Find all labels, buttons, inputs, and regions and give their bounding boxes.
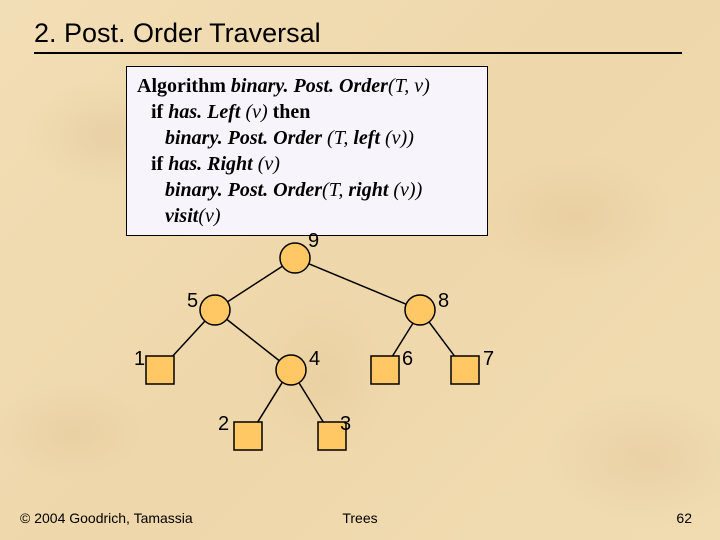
algo-line-2: if has. Left (v) then <box>137 99 477 125</box>
footer-title: Trees <box>342 510 377 526</box>
arg-v: (v) <box>245 101 272 123</box>
node-label-l: 5 <box>187 290 198 313</box>
arg-v4: (v)) <box>393 179 422 201</box>
kw-algorithm: Algorithm <box>137 75 231 97</box>
algo-line-4: if has. Right (v) <box>137 151 477 177</box>
slide-title: 2. Post. Order Traversal <box>34 18 321 49</box>
fn-hasleft: has. Left <box>168 101 245 123</box>
node-label-lrr: 3 <box>340 413 351 436</box>
arg-v3: (v) <box>258 153 280 175</box>
fn-binarypostorder: binary. Post. Order <box>231 75 388 97</box>
node-label-lrl: 2 <box>218 413 229 436</box>
algo-line-3: binary. Post. Order (T, left (v)) <box>137 125 477 151</box>
arg-v2: (v)) <box>385 127 414 149</box>
node-label-rr: 7 <box>483 348 494 371</box>
title-underline <box>34 52 682 54</box>
algo-line-1: Algorithm binary. Post. Order(T, v) <box>137 73 477 99</box>
arg-t2: (T, <box>322 179 348 201</box>
arg-v5: (v) <box>198 205 220 227</box>
node-label-rl: 6 <box>402 348 413 371</box>
fn-left: left <box>353 127 385 149</box>
kw-if2: if <box>151 153 168 175</box>
node-label-ll: 1 <box>134 348 145 371</box>
algo-line-6: visit(v) <box>137 203 477 229</box>
algo-line-5: binary. Post. Order(T, right (v)) <box>137 177 477 203</box>
args-tv: (T, v) <box>388 75 430 97</box>
kw-if: if <box>151 101 168 123</box>
node-label-root: 9 <box>308 230 319 253</box>
node-label-r: 8 <box>438 290 449 313</box>
tree-diagram <box>130 238 520 478</box>
footer-page-number: 62 <box>676 510 692 526</box>
fn-visit: visit <box>165 205 198 227</box>
fn-right: right <box>348 179 393 201</box>
fn-hasright: has. Right <box>168 153 257 175</box>
algorithm-box: Algorithm binary. Post. Order(T, v) if h… <box>126 66 488 236</box>
node-label-lr: 4 <box>309 348 320 371</box>
fn-call-right: binary. Post. Order <box>165 179 322 201</box>
fn-call-left: binary. Post. Order <box>165 127 327 149</box>
kw-then: then <box>273 101 311 123</box>
arg-t: (T, <box>327 127 353 149</box>
